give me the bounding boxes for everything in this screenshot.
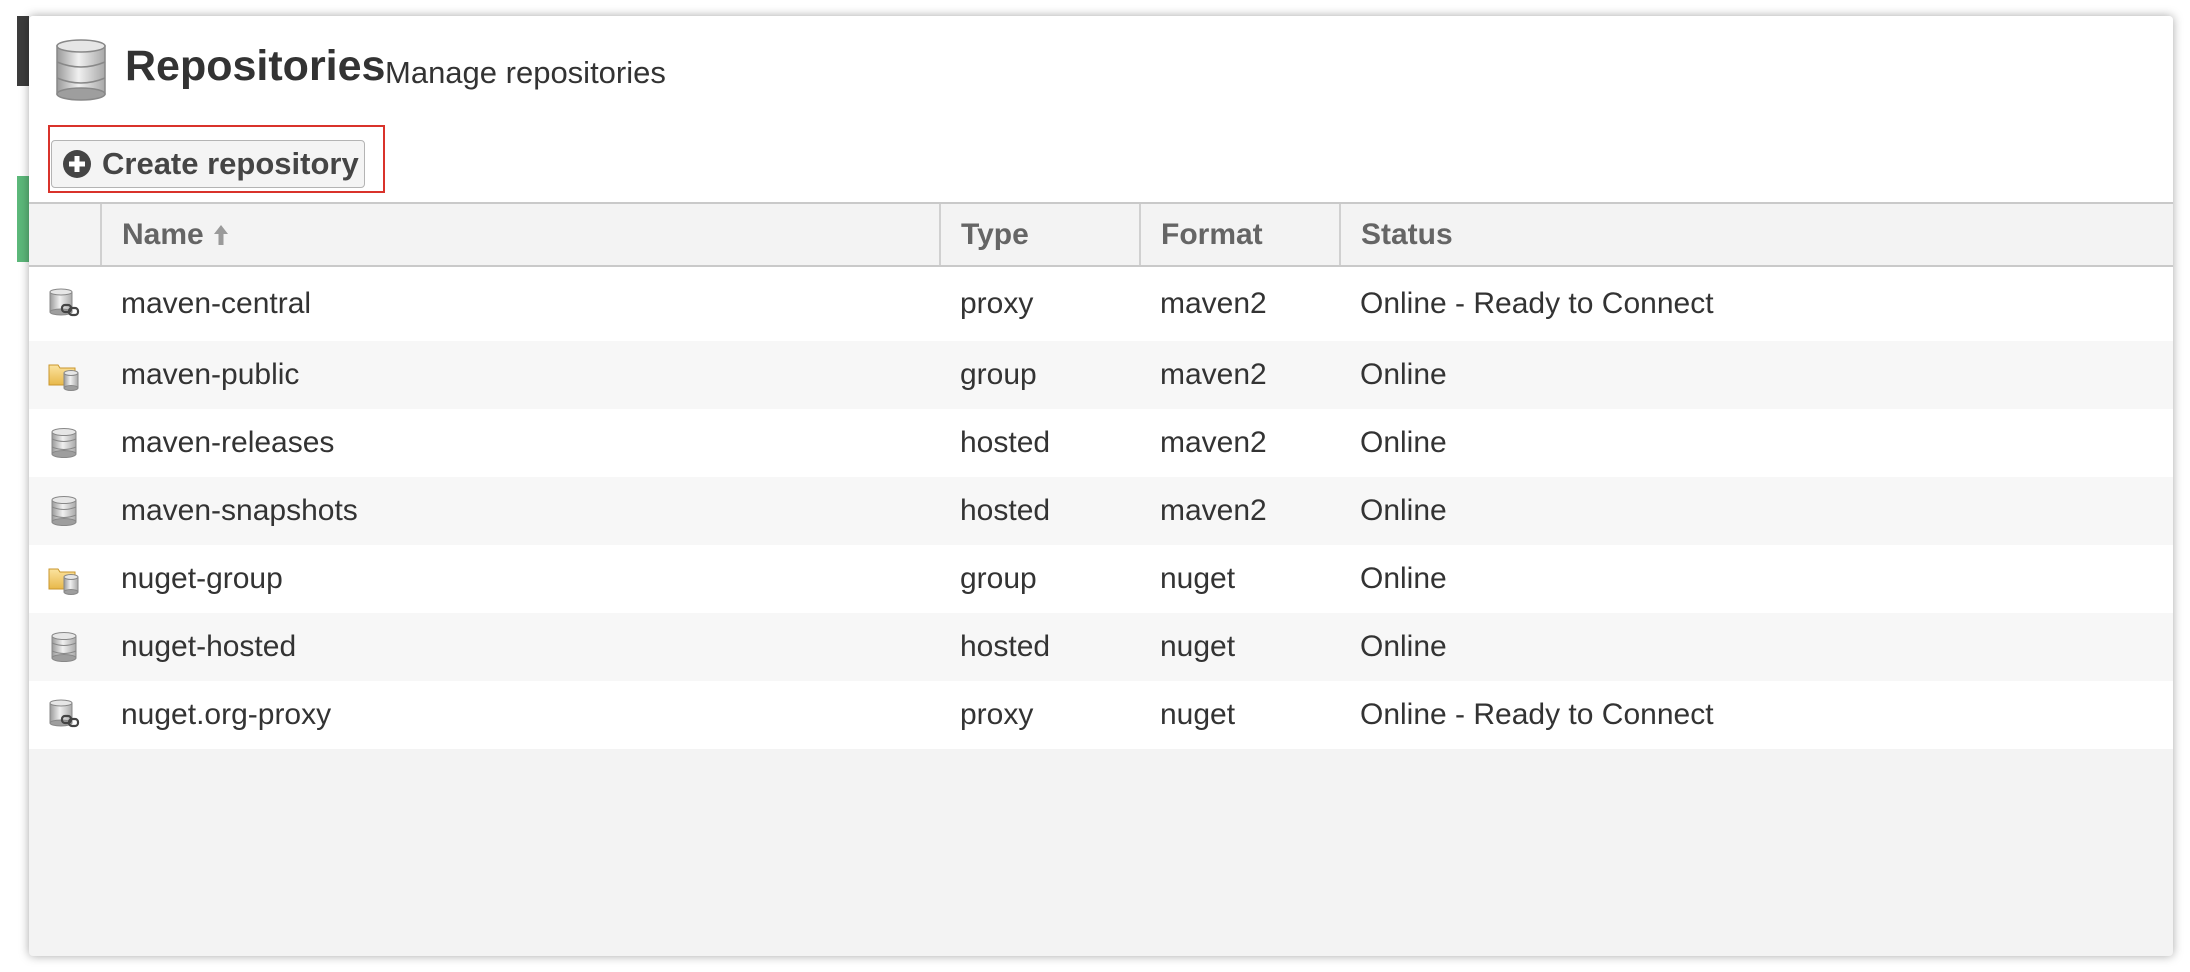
repository-name: nuget-group xyxy=(121,562,283,595)
repository-format: maven2 xyxy=(1160,287,1267,320)
repository-status: Online xyxy=(1360,494,1447,527)
repository-type: proxy xyxy=(960,698,1034,731)
column-header-format-label: Format xyxy=(1161,217,1263,251)
table-row[interactable]: maven-public group maven2 Online xyxy=(29,341,2173,409)
repository-name: maven-snapshots xyxy=(121,494,358,527)
table-row[interactable]: maven-snapshots hosted maven2 Online xyxy=(29,477,2173,545)
create-repository-button[interactable]: Create repository xyxy=(51,140,365,188)
repository-type: proxy xyxy=(960,287,1034,320)
column-header-name[interactable]: Name xyxy=(100,204,939,265)
hosted-repository-icon xyxy=(47,477,83,545)
repository-table-body: maven-central proxy maven2 Online - Ready t… xyxy=(29,267,2173,749)
hosted-repository-icon xyxy=(47,613,83,681)
repository-type: hosted xyxy=(960,494,1051,527)
page-subtitle: Manage repositories xyxy=(385,55,666,90)
repository-type: group xyxy=(960,562,1037,595)
column-header-type-label: Type xyxy=(961,217,1029,251)
repository-status: Online xyxy=(1360,630,1447,663)
repository-type: group xyxy=(960,358,1037,391)
proxy-repository-icon xyxy=(47,267,83,341)
repository-format: nuget xyxy=(1160,562,1236,595)
group-repository-icon xyxy=(47,545,83,613)
repository-format: maven2 xyxy=(1160,426,1267,459)
repository-type: hosted xyxy=(960,426,1051,459)
hosted-repository-icon xyxy=(47,409,83,477)
group-repository-icon xyxy=(47,341,83,409)
column-header-type[interactable]: Type xyxy=(939,204,1139,265)
column-header-status-label: Status xyxy=(1361,217,1453,251)
sidebar-edge xyxy=(17,16,29,86)
column-header-name-label: Name xyxy=(122,217,204,251)
table-row[interactable]: nuget-group group nuget Online xyxy=(29,545,2173,613)
column-header-status[interactable]: Status xyxy=(1339,204,2173,265)
repository-name: nuget-hosted xyxy=(121,630,297,663)
repository-format: nuget xyxy=(1160,630,1236,663)
repository-name: maven-public xyxy=(121,358,300,391)
repository-status: Online xyxy=(1360,358,1447,391)
arrow-up-icon xyxy=(213,224,228,245)
page-title: Repositories xyxy=(125,42,386,90)
repository-type: hosted xyxy=(960,630,1051,663)
repository-name: nuget.org-proxy xyxy=(121,698,332,731)
repository-format: maven2 xyxy=(1160,358,1267,391)
table-row[interactable]: maven-central proxy maven2 Online - Ready t… xyxy=(29,267,2173,341)
table-header: Name Type Format Status xyxy=(29,202,2173,267)
repository-status: Online xyxy=(1360,562,1447,595)
table-row[interactable]: nuget.org-proxy proxy nuget Online - Ready … xyxy=(29,681,2173,749)
repository-name: maven-releases xyxy=(121,426,335,459)
table-row[interactable]: nuget-hosted hosted nuget Online xyxy=(29,613,2173,681)
plus-circle-icon xyxy=(63,150,91,178)
page-header: Repositories Manage repositories Create … xyxy=(29,16,2173,202)
repository-status: Online - Ready to Connect xyxy=(1360,287,1714,320)
database-icon xyxy=(56,39,106,101)
repository-status: Online xyxy=(1360,426,1447,459)
repository-name: maven-central xyxy=(121,287,312,320)
app-window: Repositories Manage repositories Create … xyxy=(0,0,2190,972)
column-header-icon xyxy=(29,204,100,265)
repository-format: nuget xyxy=(1160,698,1236,731)
sidebar-active-indicator xyxy=(17,176,29,262)
table-row[interactable]: maven-releases hosted maven2 Online xyxy=(29,409,2173,477)
repository-status: Online - Ready to Connect xyxy=(1360,698,1714,731)
column-header-format[interactable]: Format xyxy=(1139,204,1339,265)
create-repository-label: Create repository xyxy=(102,146,359,181)
repositories-panel: Repositories Manage repositories Create … xyxy=(29,16,2173,956)
repository-format: maven2 xyxy=(1160,494,1267,527)
proxy-repository-icon xyxy=(47,681,83,749)
